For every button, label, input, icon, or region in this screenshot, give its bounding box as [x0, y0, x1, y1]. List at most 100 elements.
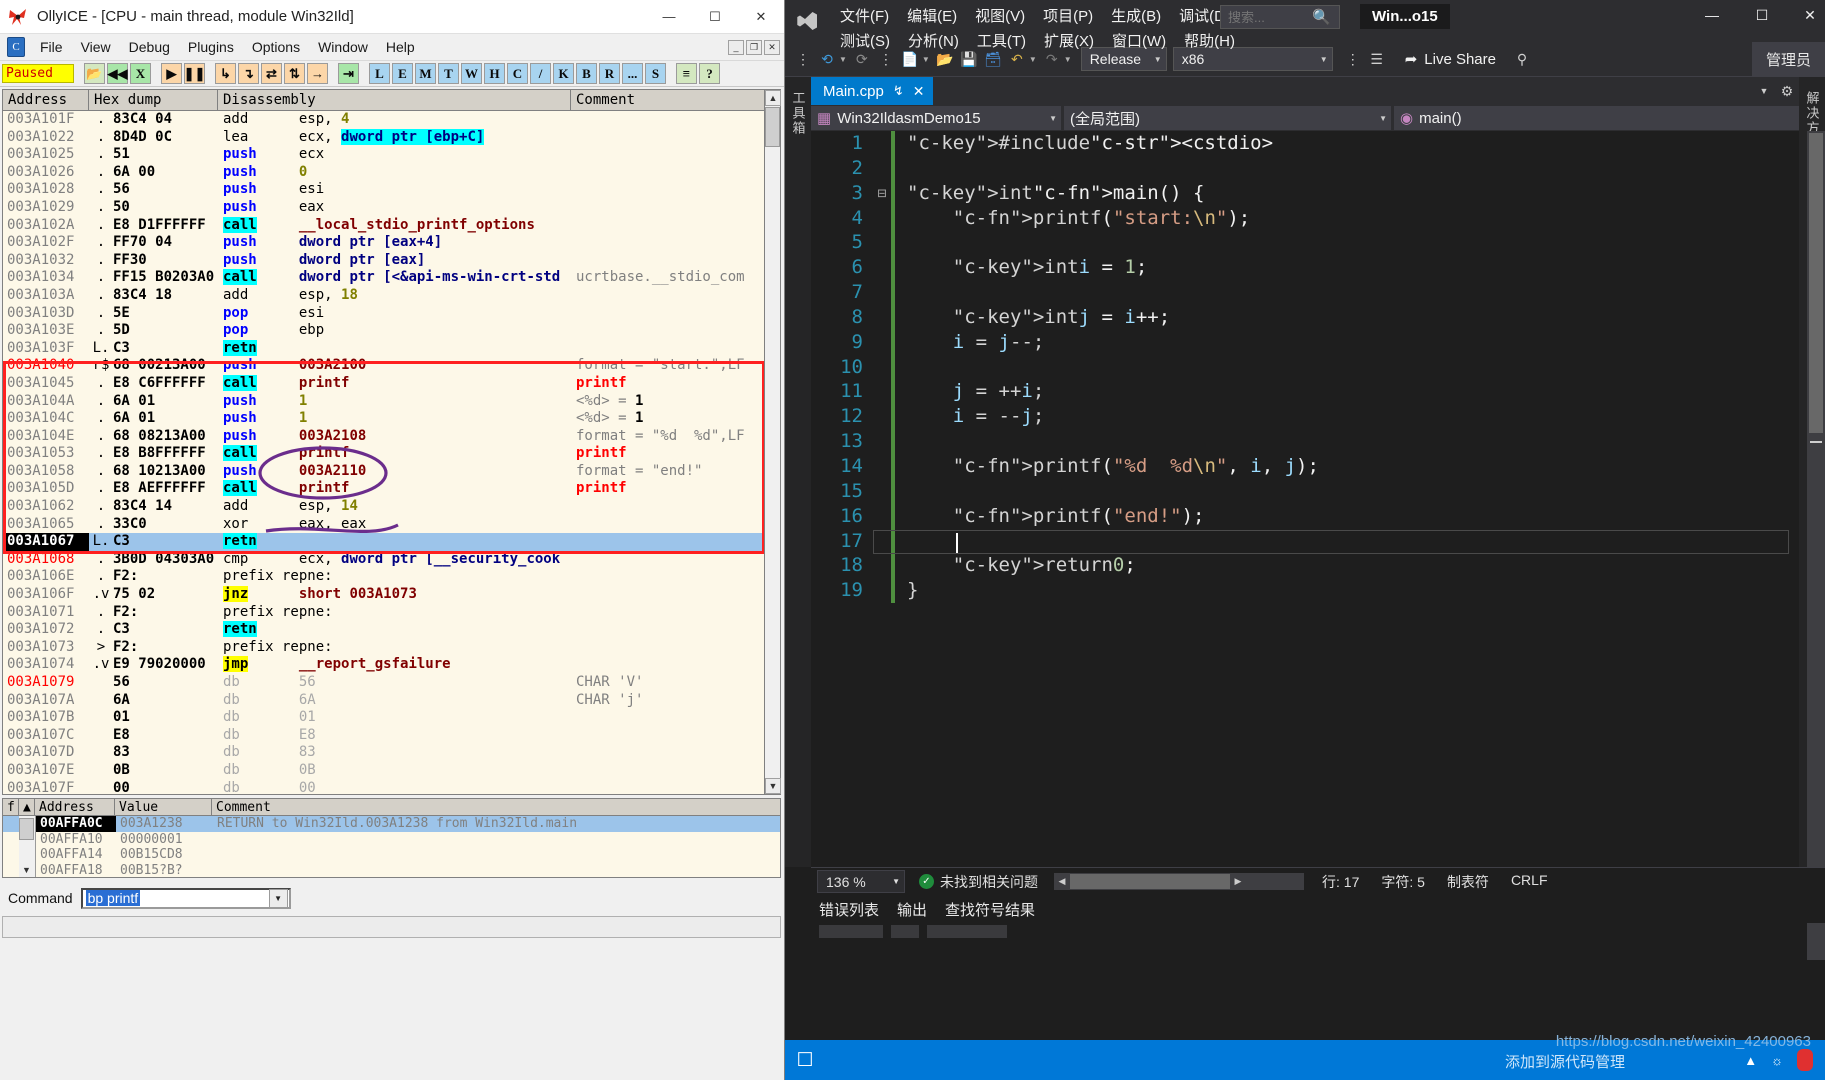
live-share-button[interactable]: ➦ Live Share [1405, 50, 1496, 69]
table-row[interactable]: 003A101F. 83C4 04 add esp, 4 [3, 111, 780, 129]
column-header-stack-value[interactable]: Value [115, 799, 212, 815]
column-header-hex-dump[interactable]: Hex dump [89, 90, 218, 110]
table-row[interactable]: 003A1058. 68 10213A00 push 003A2110 format … [3, 463, 780, 481]
toolbar-letter-K[interactable]: K [553, 63, 574, 84]
table-row[interactable]: 003A107A 6A db 6A CHAR 'j' [3, 692, 780, 710]
fold-toggle-icon[interactable] [873, 504, 891, 529]
table-row[interactable]: 003A106E. F2: prefix repne: [3, 568, 780, 586]
table-row[interactable]: 003A104C. 6A 01 push 1 <%d> = 1 [3, 410, 780, 428]
vs-menu-view[interactable]: 视图(V) [966, 3, 1034, 28]
fold-toggle-icon[interactable] [873, 553, 891, 578]
search-icon[interactable]: 🔍 [1312, 8, 1331, 26]
chevron-down-icon[interactable]: ▼ [1320, 55, 1328, 64]
command-input-value[interactable]: bp printf [85, 890, 141, 906]
code-line[interactable]: 7 [811, 280, 1799, 305]
column-header-comment[interactable]: Comment [571, 90, 774, 110]
code-line[interactable]: 14 "c-fn">printf("%d %d\n", i, j); [811, 453, 1799, 479]
tab-output[interactable]: 输出 [897, 899, 927, 920]
vs-menu-extensions[interactable]: 扩展(X) [1035, 28, 1103, 53]
list-item[interactable]: 00AFFA14 00B15CD8 [3, 847, 780, 863]
table-row[interactable]: 003A1071. F2: prefix repne: [3, 604, 780, 622]
toolbar-letter-slash[interactable]: / [530, 63, 551, 84]
fold-toggle-icon[interactable] [873, 379, 891, 404]
column-header-address[interactable]: Address [3, 90, 89, 110]
code-line[interactable]: 9 i = j--; [811, 329, 1799, 355]
restart-icon[interactable]: ◀◀ [107, 63, 128, 84]
mdi-minimize-button[interactable]: _ [728, 39, 744, 55]
menu-item-help[interactable]: Help [377, 36, 424, 58]
table-row[interactable]: 003A104E. 68 08213A00 push 003A2108 format … [3, 428, 780, 446]
code-line[interactable]: 11 j = ++i; [811, 379, 1799, 405]
code-line[interactable]: 10 [811, 354, 1799, 380]
toolbar-letter-T[interactable]: T [438, 63, 459, 84]
table-row[interactable]: 003A1025. 51 push ecx [3, 146, 780, 164]
toolbar-letter-C[interactable]: C [507, 63, 528, 84]
chevron-down-icon[interactable]: ▼ [1154, 55, 1162, 64]
maximize-button[interactable]: ☐ [692, 0, 738, 34]
table-row[interactable]: 003A1028. 56 push esi [3, 181, 780, 199]
table-row[interactable]: 003A1022. 8D4D 0C lea ecx, dword ptr [ebp+… [3, 128, 780, 147]
vs-menu-analyze[interactable]: 分析(N) [899, 28, 968, 53]
fold-toggle-icon[interactable] [873, 330, 891, 355]
table-row[interactable]: 003A1040 r$ 68 00213A00 push 003A2100 format… [3, 357, 780, 375]
chevron-down-icon[interactable]: ▼ [1049, 114, 1057, 123]
new-dropdown-icon[interactable]: ▼ [922, 55, 930, 64]
trace-into-icon[interactable]: ⇄ [261, 63, 282, 84]
chevron-down-icon[interactable]: ▼ [1379, 114, 1387, 123]
editor-horizontal-scrollbar[interactable]: ◀ ▶ [1054, 873, 1304, 890]
table-row[interactable]: 003A1032. FF30 push dword ptr [eax] [3, 252, 780, 270]
vs-search-box[interactable]: 🔍 [1220, 5, 1340, 29]
toolbar-letter-B[interactable]: B [576, 63, 597, 84]
table-row[interactable]: 003A1029. 50 push eax [3, 199, 780, 217]
table-row[interactable]: 003A102F. FF70 04 push dword ptr [eax+4] [3, 234, 780, 252]
chevron-down-icon[interactable]: ▼ [268, 888, 288, 908]
table-row[interactable]: 003A1062. 83C4 14 add esp, 14 [3, 498, 780, 516]
vs-menu-tools[interactable]: 工具(T) [968, 28, 1035, 53]
tab-main-cpp[interactable]: Main.cpp ↯ ✕ [811, 77, 933, 105]
mdi-restore-button[interactable]: ❐ [746, 39, 762, 55]
table-row[interactable]: 003A1026. 6A 00 push 0 [3, 164, 780, 182]
nav-scope-combo[interactable]: (全局范围) ▼ [1064, 106, 1391, 130]
issues-indicator[interactable]: ✓ 未找到相关问题 [919, 872, 1038, 892]
fold-toggle-icon[interactable] [873, 230, 891, 255]
table-row[interactable]: 003A105D. E8 AEFFFFFF call printf printf [3, 480, 780, 498]
table-row[interactable]: 003A104A. 6A 01 push 1 <%d> = 1 [3, 393, 780, 411]
toolbar-letter-E[interactable]: E [392, 63, 413, 84]
column-header-stack-comment[interactable]: Comment [212, 799, 752, 815]
scroll-down-icon[interactable]: ▼ [765, 778, 781, 794]
code-line[interactable]: 8 "c-key">int j = i ++; [811, 304, 1799, 330]
layout-icon[interactable]: ☰ [1365, 47, 1389, 71]
toolbar-letter-W[interactable]: W [461, 63, 482, 84]
vs-menu-help[interactable]: 帮助(H) [1175, 28, 1244, 53]
zoom-combo[interactable]: 136 % ▼ [817, 870, 905, 893]
fold-toggle-icon[interactable] [873, 156, 891, 181]
toolbar-letter-M[interactable]: M [415, 63, 436, 84]
vs-close-button[interactable]: ✕ [1788, 0, 1825, 30]
run-icon[interactable]: ▶ [161, 63, 182, 84]
column-header-disassembly[interactable]: Disassembly [218, 90, 571, 110]
fold-toggle-icon[interactable] [873, 578, 891, 603]
nav-member-combo[interactable]: ◉ main() [1394, 106, 1799, 130]
vs-menu-project[interactable]: 项目(P) [1034, 3, 1102, 28]
vs-minimize-button[interactable]: — [1690, 0, 1734, 30]
tab-error-list[interactable]: 错误列表 [819, 899, 879, 920]
table-row[interactable]: 003A107B 01 db 01 [3, 709, 780, 727]
code-line[interactable]: 13 [811, 429, 1799, 454]
list-item[interactable]: 00AFFA18 00B15?B? [3, 863, 780, 878]
pause-icon[interactable]: ❚❚ [184, 63, 205, 84]
scroll-left-icon[interactable]: ◀ [1054, 876, 1070, 887]
terminate-icon[interactable]: X [130, 63, 151, 84]
table-row[interactable]: 003A102A. E8 D1FFFFFF call __local_stdio_p… [3, 216, 780, 235]
execute-till-return-icon[interactable]: → [307, 63, 328, 84]
code-line[interactable]: 4 "c-fn">printf("start:\n"); [811, 205, 1799, 231]
chevron-down-icon[interactable]: ▼ [892, 877, 900, 886]
mdi-close-button[interactable]: ✕ [764, 39, 780, 55]
table-row[interactable]: 003A103A. 83C4 18 add esp, 18 [3, 287, 780, 305]
goto-icon[interactable]: ⇥ [338, 63, 359, 84]
fold-toggle-icon[interactable] [873, 479, 891, 504]
table-row[interactable]: 003A107F 00 db 00 [3, 780, 780, 798]
gear-icon[interactable]: ⚙ [1775, 77, 1799, 105]
vs-menu-file[interactable]: 文件(F) [831, 3, 898, 28]
cpu-row-list[interactable]: 003A101F. 83C4 04 add esp, 4 003A1022. 8D4D … [3, 111, 780, 815]
vs-menu-test[interactable]: 测试(S) [831, 28, 899, 53]
